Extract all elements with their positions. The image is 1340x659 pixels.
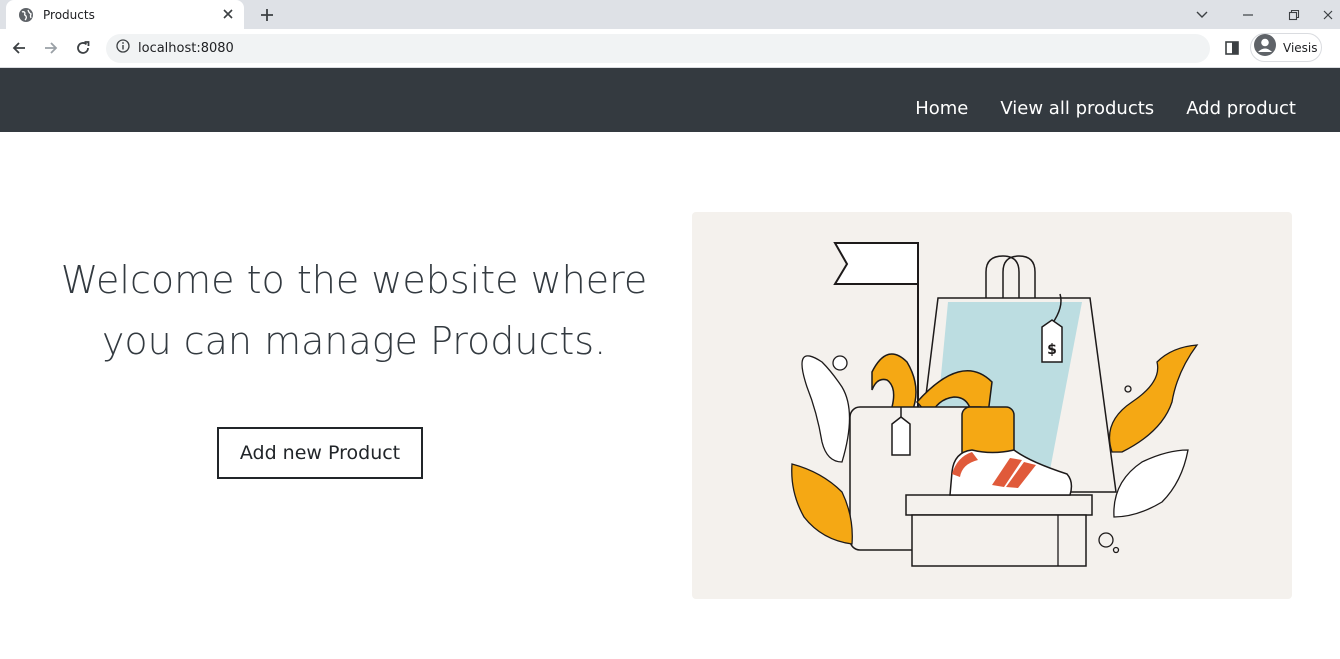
- restore-icon[interactable]: [1274, 0, 1314, 29]
- minimize-icon[interactable]: [1228, 0, 1268, 29]
- avatar-icon: [1254, 34, 1276, 61]
- nav-link-add-product[interactable]: Add product: [1186, 98, 1296, 119]
- new-tab-icon[interactable]: [256, 4, 278, 26]
- address-bar[interactable]: localhost:8080: [106, 34, 1210, 63]
- forward-arrow-icon[interactable]: [40, 37, 62, 59]
- url-text: localhost:8080: [138, 41, 234, 56]
- add-new-product-button[interactable]: Add new Product: [217, 427, 423, 479]
- nav-link-view-all-products[interactable]: View all products: [1000, 98, 1154, 119]
- reload-icon[interactable]: [72, 37, 94, 59]
- globe-icon: [18, 7, 34, 23]
- profile-name: Viesis: [1283, 40, 1318, 55]
- price-tag-symbol: $: [1047, 342, 1057, 358]
- nav-link-home[interactable]: Home: [915, 98, 968, 119]
- site-navbar: Home View all products Add product: [0, 68, 1340, 132]
- close-window-icon[interactable]: [1316, 0, 1340, 29]
- chevron-down-icon[interactable]: [1182, 0, 1222, 29]
- browser-tab[interactable]: Products: [6, 0, 244, 29]
- shopping-illustration: $: [692, 212, 1292, 599]
- browser-toolbar: localhost:8080 Viesis: [0, 29, 1340, 68]
- browser-tab-strip: Products: [0, 0, 1340, 29]
- nav-links: Home View all products Add product: [915, 98, 1296, 119]
- side-panel-icon[interactable]: [1222, 38, 1242, 58]
- profile-button[interactable]: Viesis: [1250, 33, 1322, 62]
- info-icon[interactable]: [116, 39, 130, 58]
- hero-heading: Welcome to the website where you can man…: [60, 258, 648, 363]
- back-arrow-icon[interactable]: [8, 37, 30, 59]
- tab-title: Products: [43, 7, 95, 22]
- close-tab-icon[interactable]: [220, 6, 236, 22]
